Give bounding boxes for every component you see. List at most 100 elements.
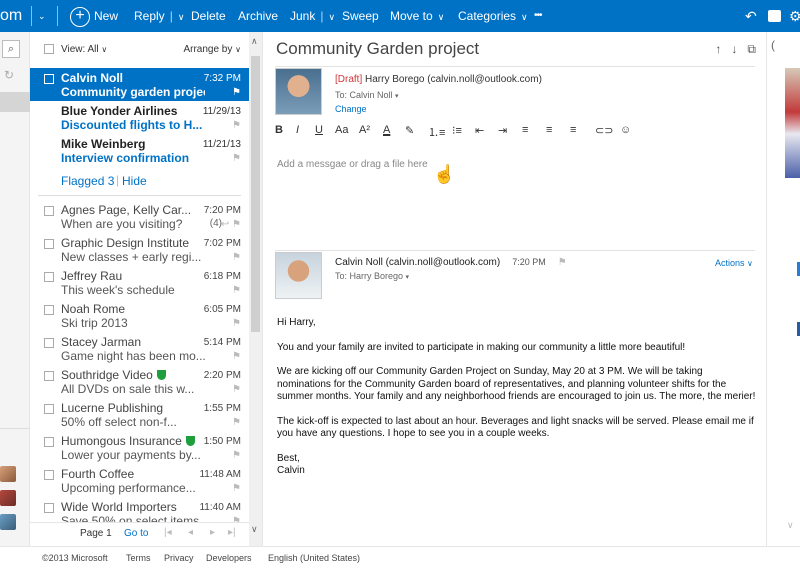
list-item[interactable]: Agnes Page, Kelly Car... When are you vis… — [30, 200, 249, 233]
avatar[interactable] — [0, 490, 16, 506]
compose-body-input[interactable]: Add a messgae or drag a file here — [277, 159, 428, 170]
list-item[interactable]: Southridge Video All DVDs on sale this w.… — [30, 365, 249, 398]
underline-button[interactable]: U — [315, 124, 323, 136]
reply-button[interactable]: Reply | ∨ — [134, 0, 184, 32]
checkbox[interactable] — [44, 470, 54, 480]
list-item[interactable]: Calvin Noll Community garden project 7:3… — [30, 68, 249, 101]
flag-icon[interactable]: ⚑ — [232, 318, 241, 329]
arrow-up-icon[interactable]: ↑ — [715, 42, 721, 56]
list-item[interactable]: Jeffrey Rau This week's schedule 6:18 PM ⚑ — [30, 266, 249, 299]
list-scrollbar[interactable]: ∧ ∨ — [249, 32, 262, 546]
superscript-button[interactable]: A² — [359, 124, 370, 136]
developers-link[interactable]: Developers — [206, 553, 252, 563]
refresh-icon[interactable]: ↻ — [4, 68, 14, 82]
view-filter[interactable]: View: All ∨ — [61, 44, 107, 55]
checkbox[interactable] — [44, 305, 54, 315]
list-item[interactable]: Mike Weinberg Interview confirmation 11/… — [30, 134, 249, 167]
chevron-down-icon[interactable]: ▾ — [406, 274, 410, 281]
junk-button[interactable]: Junk | ∨ — [290, 0, 335, 32]
hide-link[interactable]: Hide — [122, 174, 147, 188]
categories-button[interactable]: Categories ∨ — [458, 0, 528, 32]
flag-icon[interactable]: ⚑ — [232, 153, 241, 164]
list-item[interactable]: Noah Rome Ski trip 2013 6:05 PM ⚑ — [30, 299, 249, 332]
bullet-list-icon[interactable]: ⁝≡ — [452, 124, 462, 137]
scroll-up-icon[interactable]: ∧ — [251, 36, 258, 47]
link-icon[interactable]: ⊂⊃ — [595, 124, 613, 137]
font-color-button[interactable]: A — [383, 124, 390, 136]
list-item[interactable]: Humongous Insurance Lower your payments b… — [30, 431, 249, 464]
align-left-icon[interactable]: ≡ — [522, 124, 528, 136]
checkbox[interactable] — [44, 206, 54, 216]
chevron-down-icon[interactable]: ▾ — [395, 93, 399, 100]
list-item[interactable]: Blue Yonder Airlines Discounted flights … — [30, 101, 249, 134]
numbered-list-icon[interactable]: ⒈≡ — [428, 124, 445, 140]
last-page-icon[interactable]: ▸| — [228, 527, 236, 538]
goto-link[interactable]: Go to — [124, 528, 148, 539]
privacy-link[interactable]: Privacy — [164, 553, 194, 563]
select-all-checkbox[interactable] — [44, 44, 54, 54]
checkbox[interactable] — [44, 272, 54, 282]
checkbox[interactable] — [44, 437, 54, 447]
selected-folder[interactable] — [0, 92, 30, 112]
avatar[interactable] — [0, 514, 16, 530]
flag-icon[interactable]: ⚑ — [232, 417, 241, 428]
italic-button[interactable]: I — [296, 124, 299, 136]
flag-icon[interactable]: ⚑ — [232, 483, 241, 494]
new-button[interactable]: + New — [70, 0, 118, 32]
arrow-down-icon[interactable]: ↓ — [731, 42, 737, 56]
align-right-icon[interactable]: ≡ — [570, 124, 576, 136]
prev-page-icon[interactable]: ◂ — [188, 527, 193, 538]
avatar[interactable] — [0, 466, 16, 482]
checkbox[interactable] — [44, 503, 54, 513]
list-item[interactable]: Stacey Jarman Game night has been mo... 5:… — [30, 332, 249, 365]
scroll-down-icon[interactable]: ∨ — [787, 520, 794, 531]
indent-icon[interactable]: ⇥ — [498, 124, 507, 137]
flag-icon[interactable]: ⚑ — [558, 257, 567, 268]
checkbox[interactable] — [44, 74, 54, 84]
more-button[interactable]: ••• — [534, 0, 542, 32]
chevron-down-icon[interactable]: ∨ — [178, 12, 185, 22]
checkbox[interactable] — [44, 404, 54, 414]
bold-button[interactable]: B — [275, 124, 283, 136]
next-page-icon[interactable]: ▸ — [210, 527, 215, 538]
checkbox[interactable] — [44, 371, 54, 381]
arrange-by-menu[interactable]: Arrange by ∨ — [183, 44, 241, 55]
popout-icon[interactable]: ⧉ — [747, 42, 756, 56]
chat-icon[interactable] — [768, 10, 781, 22]
sweep-button[interactable]: Sweep — [342, 0, 379, 32]
flag-icon[interactable]: ⚑ — [232, 285, 241, 296]
language-link[interactable]: English (United States) — [268, 553, 360, 563]
search-icon[interactable]: ⌕ — [2, 40, 20, 58]
checkbox[interactable] — [44, 338, 54, 348]
first-page-icon[interactable]: |◂ — [164, 527, 172, 538]
archive-button[interactable]: Archive — [238, 0, 278, 32]
chevron-down-icon[interactable]: ∨ — [328, 12, 335, 22]
delete-button[interactable]: Delete — [191, 0, 226, 32]
list-item[interactable]: Fourth Coffee Upcoming performance... 11:4… — [30, 464, 249, 497]
flag-icon[interactable]: ⚑ — [232, 87, 241, 98]
terms-link[interactable]: Terms — [126, 553, 151, 563]
flagged-count-link[interactable]: Flagged 3 — [61, 174, 114, 188]
change-link[interactable]: Change — [335, 104, 367, 114]
scroll-down-icon[interactable]: ∨ — [251, 524, 258, 535]
list-item[interactable]: Graphic Design Institute New classes + ea… — [30, 233, 249, 266]
contact-photo[interactable] — [785, 68, 800, 178]
emoji-icon[interactable]: ☺ — [620, 124, 631, 136]
chevron-left-icon[interactable]: ( — [771, 38, 775, 52]
align-center-icon[interactable]: ≡ — [546, 124, 552, 136]
checkbox[interactable] — [44, 239, 54, 249]
flag-icon[interactable]: ↩ ⚑ — [221, 219, 241, 230]
list-item[interactable]: Lucerne Publishing 50% off select non-f..… — [30, 398, 249, 431]
move-to-button[interactable]: Move to ∨ — [390, 0, 444, 32]
font-size-button[interactable]: Aa — [335, 124, 348, 136]
flag-icon[interactable]: ⚑ — [232, 120, 241, 131]
flag-icon[interactable]: ⚑ — [232, 450, 241, 461]
flag-icon[interactable]: ⚑ — [232, 351, 241, 362]
scrollbar-thumb[interactable] — [251, 56, 260, 332]
undo-icon[interactable]: ↶ — [745, 0, 757, 32]
settings-icon[interactable]: ⚙ — [789, 0, 800, 32]
highlight-pen-icon[interactable]: ✎ — [405, 124, 414, 137]
actions-menu[interactable]: Actions ∨ — [715, 258, 753, 268]
brand-chevron-icon[interactable]: ⌄ — [38, 0, 46, 32]
flag-icon[interactable]: ⚑ — [232, 252, 241, 263]
